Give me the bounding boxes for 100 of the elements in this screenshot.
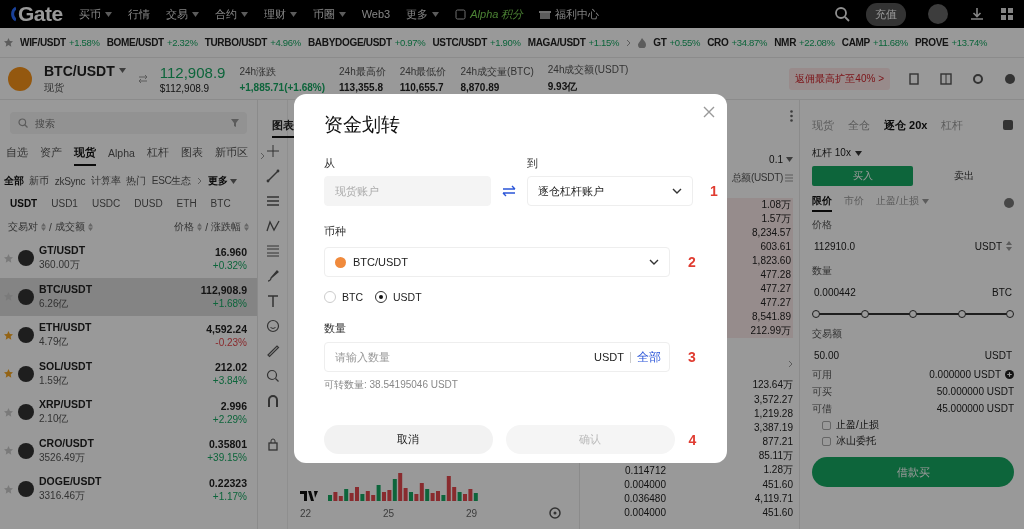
ticker-item[interactable]: BABYDOGE/USDT +0.97% (307, 37, 426, 48)
ticker-item[interactable]: PROVE +13.74% (914, 37, 988, 48)
star-icon[interactable] (4, 369, 13, 379)
max-amount-link[interactable]: 全部 (637, 348, 661, 366)
magnet-icon[interactable] (265, 394, 280, 408)
market-row[interactable]: SOL/USDT 1.59亿 212.02 +3.84% (0, 354, 257, 393)
nav-menu-item[interactable]: 理财 (263, 6, 297, 22)
trend-line-icon[interactable] (265, 169, 280, 183)
add-circle-icon[interactable] (1005, 370, 1014, 379)
market-tab[interactable]: 图表 (180, 146, 203, 166)
input-field[interactable]: 50.00 (814, 349, 914, 361)
amount-input-field[interactable]: 请输入数量 USDT 全部 (324, 342, 670, 372)
market-row[interactable]: GT/USDT 360.00万 16.960 +0.32% (0, 239, 257, 278)
step-up-icon[interactable] (1006, 241, 1012, 245)
ticker-item[interactable]: NMR +22.08% (774, 37, 835, 48)
rebate-promo-link[interactable]: 返佣最高扩至40% > (789, 67, 890, 90)
quote-currency-tab[interactable]: ETH (176, 198, 197, 209)
search-field[interactable]: 搜索 (10, 112, 247, 134)
ruler-icon[interactable] (265, 344, 280, 358)
currency-select[interactable]: BTC/USDT (324, 247, 670, 277)
download-icon[interactable] (970, 7, 984, 21)
smiley-icon[interactable] (265, 319, 280, 333)
channel-lines-icon[interactable] (265, 244, 280, 258)
grid-menu-icon[interactable] (1000, 7, 1014, 21)
search-icon[interactable] (834, 6, 850, 22)
star-icon[interactable] (4, 253, 13, 263)
margin-mode-tab[interactable]: 逐仓 20x (884, 117, 928, 133)
more-vertical-icon[interactable] (790, 110, 793, 122)
market-tab[interactable]: 杠杆 (146, 146, 169, 166)
market-row[interactable]: DOGE/USDT 3316.46万 0.22323 +1.17% (0, 470, 257, 509)
swap-icon[interactable] (137, 73, 148, 84)
nav-menu-item[interactable]: 合约 (214, 6, 248, 22)
nav-menu-item[interactable]: 币圈 (312, 6, 346, 22)
lock-icon[interactable] (265, 437, 280, 451)
nav-menu-item[interactable]: 买币 (78, 6, 112, 22)
filter-chip[interactable]: 全部 (4, 174, 24, 188)
search-input[interactable]: 搜索 (33, 116, 226, 130)
layout-icon[interactable] (940, 72, 952, 85)
quote-currency-tab[interactable]: USD1 (51, 198, 78, 209)
ticker-item[interactable]: GT +0.55% (653, 37, 701, 48)
more-filter-dropdown[interactable]: 更多 (207, 174, 238, 188)
ticker-item[interactable]: MAGA/USDT +1.15% (527, 37, 620, 48)
step-down-icon[interactable] (1006, 247, 1012, 251)
quote-currency-tab[interactable]: USDT (10, 198, 38, 209)
to-account-select[interactable]: 逐仓杠杆账户 (527, 176, 693, 206)
cancel-button[interactable]: 取消 (324, 425, 493, 454)
ticker-item[interactable]: USTC/USDT +1.90% (432, 37, 521, 48)
precision-dropdown[interactable]: 0.1 (769, 154, 793, 165)
deposit-button[interactable]: 充值 (866, 2, 906, 26)
close-icon[interactable] (703, 106, 715, 118)
brush-icon[interactable] (265, 269, 280, 283)
filter-chip[interactable]: 新币 (29, 174, 49, 188)
leverage-dropdown[interactable]: 杠杆 10x (812, 146, 1014, 160)
market-tab[interactable]: 自选 (6, 146, 28, 166)
ticker-item[interactable]: WIF/USDT +1.58% (20, 37, 100, 48)
market-tab[interactable]: 新币区 (214, 146, 248, 166)
text-tool-icon[interactable] (265, 294, 280, 308)
nav-menu-item[interactable]: Web3 (361, 8, 391, 20)
swap-arrows-icon[interactable] (502, 185, 516, 197)
star-icon[interactable] (4, 407, 13, 417)
ticker-item[interactable]: BOME/USDT +2.32% (106, 37, 198, 48)
nav-menu-item[interactable]: 交易 (165, 6, 199, 22)
sell-button[interactable]: 卖出 (913, 166, 1014, 186)
order-type-tab[interactable]: 限价 (812, 194, 832, 212)
quote-currency-tab[interactable]: USDC (91, 198, 121, 209)
input-field[interactable]: 112910.0 (814, 240, 914, 252)
alpha-points-link[interactable]: Alpha 积分 (455, 6, 524, 22)
nav-menu-item[interactable]: 行情 (127, 6, 150, 22)
crosshair-icon[interactable] (265, 144, 280, 158)
input-field[interactable]: 0.000442 (814, 286, 914, 298)
checkbox[interactable] (822, 420, 831, 430)
star-icon[interactable] (4, 330, 13, 340)
market-tab[interactable]: 资产 (40, 146, 62, 166)
market-row[interactable]: XRP/USDT 2.10亿 2.996 +2.29% (0, 393, 257, 432)
horizontal-lines-icon[interactable] (265, 194, 280, 208)
ticker-item[interactable]: CRO +34.87% (707, 37, 768, 48)
market-row[interactable]: CRO/USDT 3526.49万 0.35801 +39.15% (0, 431, 257, 470)
filter-chip[interactable]: zkSync (54, 175, 86, 187)
star-icon[interactable] (4, 446, 13, 456)
checkbox[interactable] (822, 436, 831, 446)
chart-settings-icon[interactable] (549, 507, 561, 519)
filter-chip[interactable]: 计算率 (91, 174, 121, 188)
nav-menu-item[interactable]: 更多 (406, 6, 440, 22)
quote-currency-tab[interactable]: DUSD (134, 198, 163, 209)
pair-selector[interactable]: BTC/USDT (44, 62, 126, 79)
ticker-item[interactable]: TURBO/USDT +4.96% (204, 37, 301, 48)
zoom-icon[interactable] (265, 369, 280, 383)
market-row[interactable]: BTC/USDT 6.26亿 112,908.9 +1.68% (0, 277, 257, 316)
market-tab[interactable]: 现货 (74, 146, 96, 166)
quote-currency-tab[interactable]: BTC (210, 198, 231, 209)
filter-chip[interactable]: 热门 (126, 174, 146, 188)
zigzag-icon[interactable] (265, 219, 280, 233)
ticker-item[interactable]: CAMP +11.68% (841, 37, 908, 48)
market-tab[interactable]: Alpha (108, 147, 135, 165)
rewards-link[interactable]: 福利中心 (539, 6, 600, 22)
market-row[interactable]: ETH/USDT 4.79亿 4,592.24 -0.23% (0, 316, 257, 355)
chevron-right-icon[interactable] (788, 360, 793, 368)
avatar[interactable] (928, 4, 948, 24)
filter-chip[interactable]: ESC生态 (151, 174, 191, 188)
star-icon[interactable] (4, 484, 13, 494)
